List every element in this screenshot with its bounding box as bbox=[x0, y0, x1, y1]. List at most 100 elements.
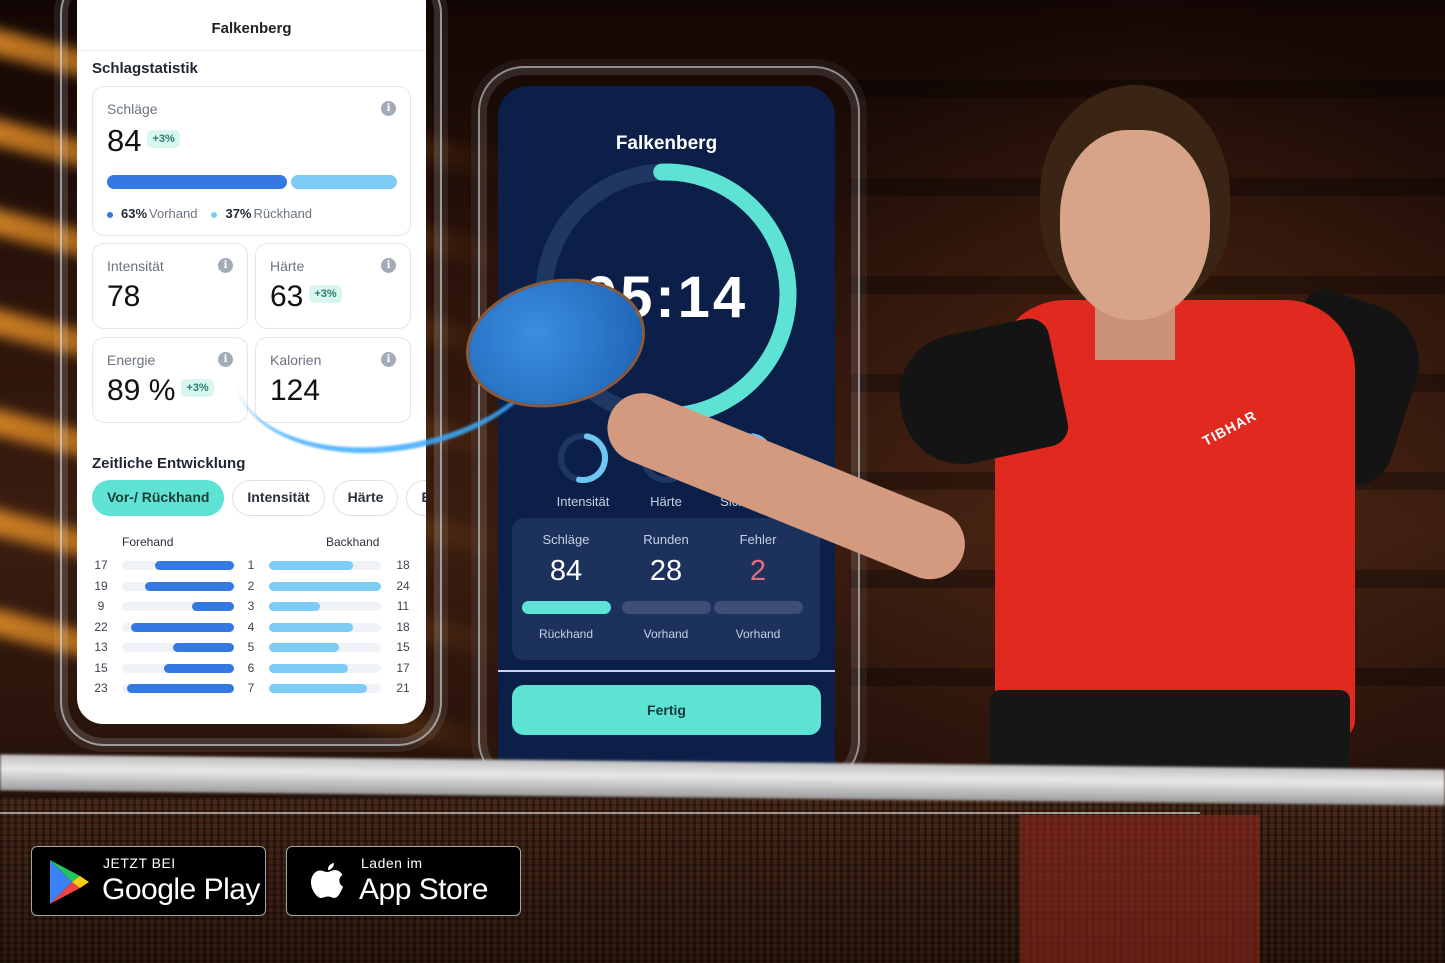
stat-value: 28 bbox=[649, 555, 683, 587]
stat-bar bbox=[713, 601, 803, 614]
forehand-bar bbox=[131, 622, 234, 632]
chip-tab[interactable]: E bbox=[406, 480, 426, 516]
section-title-timeline: Zeitliche Entwicklung bbox=[92, 455, 246, 472]
strokes-value: 84 +3% bbox=[107, 123, 180, 159]
metric-card[interactable]: Intensität i 78 bbox=[92, 243, 248, 329]
round-index-label: 4 bbox=[247, 619, 255, 634]
backhand-bar bbox=[269, 602, 321, 611]
backhand-bar bbox=[269, 643, 339, 652]
mini-ring-progress bbox=[558, 433, 608, 483]
chart-row: 9 3 11 bbox=[87, 596, 417, 617]
backhand-track bbox=[269, 684, 381, 693]
forehand-track bbox=[122, 561, 234, 570]
backhand-bar bbox=[269, 561, 353, 570]
done-button[interactable]: Fertig bbox=[512, 685, 821, 735]
stat-column: Schläge 84 Rückhand bbox=[521, 532, 611, 641]
stat-bar bbox=[521, 601, 611, 614]
google-play-small-text: JETZT BEI bbox=[103, 855, 176, 871]
chart-row: 15 6 17 bbox=[87, 658, 417, 679]
metric-value: 78 bbox=[107, 280, 140, 314]
legend-forehand: 63% Vorhand bbox=[107, 206, 197, 221]
forehand-track bbox=[122, 622, 234, 632]
info-icon[interactable]: i bbox=[381, 258, 396, 273]
stat-label: Fehler bbox=[739, 532, 777, 547]
forehand-bar bbox=[145, 581, 234, 591]
backhand-bar bbox=[269, 622, 353, 632]
forehand-bar bbox=[126, 684, 234, 693]
forehand-value-label: 13 bbox=[94, 640, 108, 654]
forehand-bar bbox=[154, 561, 234, 570]
mini-ring: Härte bbox=[626, 430, 706, 509]
mini-ring: Intensität bbox=[543, 430, 623, 509]
background-wall-slats bbox=[850, 0, 1445, 760]
left-phone-title: Falkenberg bbox=[211, 20, 292, 37]
mini-ring-gauge bbox=[558, 433, 608, 483]
forehand-bar bbox=[173, 643, 234, 652]
round-index-label: 7 bbox=[247, 681, 255, 695]
google-play-big-text: Google Play bbox=[102, 873, 260, 906]
chip-tab[interactable]: Intensität bbox=[232, 480, 325, 516]
metric-value-number: 78 bbox=[107, 280, 141, 313]
table-surface bbox=[1020, 815, 1260, 963]
split-legend: 63% Vorhand 37% Rückhand bbox=[107, 206, 312, 221]
forehand-value-label: 17 bbox=[94, 558, 108, 572]
backhand-bar bbox=[269, 663, 349, 673]
forehand-value-label: 19 bbox=[94, 578, 108, 593]
stat-value: 84 bbox=[549, 555, 583, 587]
info-icon[interactable]: i bbox=[218, 258, 233, 273]
metric-value-number: 63 bbox=[270, 280, 304, 313]
strokes-value-number: 84 bbox=[107, 123, 142, 158]
backhand-track bbox=[269, 602, 381, 611]
mini-ring-label: Intensität bbox=[556, 494, 610, 509]
backhand-value-label: 24 bbox=[396, 578, 410, 593]
forehand-backhand-split-bar bbox=[107, 175, 397, 189]
chip-tab[interactable]: Härte bbox=[332, 480, 399, 516]
forehand-track bbox=[122, 581, 234, 591]
forehand-segment bbox=[107, 175, 288, 189]
chip-tab[interactable]: Vor-/ Rückhand bbox=[92, 480, 225, 516]
metric-value: 89 % +3% bbox=[107, 374, 214, 408]
backhand-dot bbox=[211, 211, 218, 218]
right-phone-screen: Falkenberg 05:14 Intensität Härte Sicher… bbox=[498, 86, 835, 786]
mini-ring-gauge bbox=[641, 433, 691, 483]
stat-bar-label: Vorhand bbox=[735, 627, 781, 641]
metric-label: Härte bbox=[270, 258, 305, 274]
chart-row: 13 5 15 bbox=[87, 637, 417, 658]
forehand-backhand-chart: 17 1 18 19 2 24 9 3 11 22 4 18 13 5 15 1… bbox=[87, 555, 417, 699]
forehand-value-label: 22 bbox=[94, 619, 108, 634]
info-icon[interactable]: i bbox=[218, 352, 233, 367]
backhand-header: Backhand bbox=[326, 535, 380, 549]
stat-column: Runden 28 Vorhand bbox=[621, 532, 711, 641]
stat-label: Schläge bbox=[542, 532, 590, 547]
forehand-track bbox=[122, 684, 234, 693]
google-play-icon bbox=[50, 860, 89, 904]
info-icon[interactable]: i bbox=[381, 101, 396, 116]
header-divider bbox=[77, 50, 426, 51]
metric-label: Energie bbox=[107, 352, 156, 368]
backhand-value-label: 17 bbox=[396, 660, 410, 675]
backhand-value-label: 21 bbox=[396, 681, 410, 695]
forehand-header: Forehand bbox=[122, 535, 174, 549]
mini-ring: Sicherheit bbox=[709, 430, 789, 509]
strokes-card[interactable]: Schläge i 84 +3% 63% Vorhand 37% Rückhand bbox=[92, 86, 411, 236]
backhand-value-label: 18 bbox=[396, 558, 410, 572]
backhand-track bbox=[269, 643, 381, 652]
metric-card[interactable]: Härte i 63 +3% bbox=[255, 243, 411, 329]
mini-ring-label: Härte bbox=[650, 494, 682, 509]
section-title-stroke-stats: Schlagstatistik bbox=[92, 60, 198, 77]
metric-label: Intensität bbox=[107, 258, 164, 274]
google-play-badge[interactable]: JETZT BEI Google Play bbox=[31, 846, 266, 916]
mini-ring-progress bbox=[641, 433, 691, 483]
metric-card[interactable]: Energie i 89 % +3% bbox=[92, 337, 248, 423]
change-badge: +3% bbox=[181, 379, 214, 398]
forehand-value-label: 9 bbox=[97, 599, 105, 613]
stat-label: Runden bbox=[643, 532, 689, 547]
metric-chip-tabs: Vor-/ RückhandIntensitätHärteE bbox=[92, 480, 426, 516]
legend-backhand: 37% Rückhand bbox=[211, 206, 312, 221]
metric-value-number: 89 % bbox=[107, 374, 176, 407]
stat-value: 2 bbox=[749, 555, 767, 587]
metric-value: 63 +3% bbox=[270, 280, 342, 314]
app-store-badge[interactable]: Laden im App Store bbox=[286, 846, 521, 916]
right-phone-title: Falkenberg bbox=[615, 133, 718, 154]
stat-bar-label: Rückhand bbox=[538, 627, 594, 641]
